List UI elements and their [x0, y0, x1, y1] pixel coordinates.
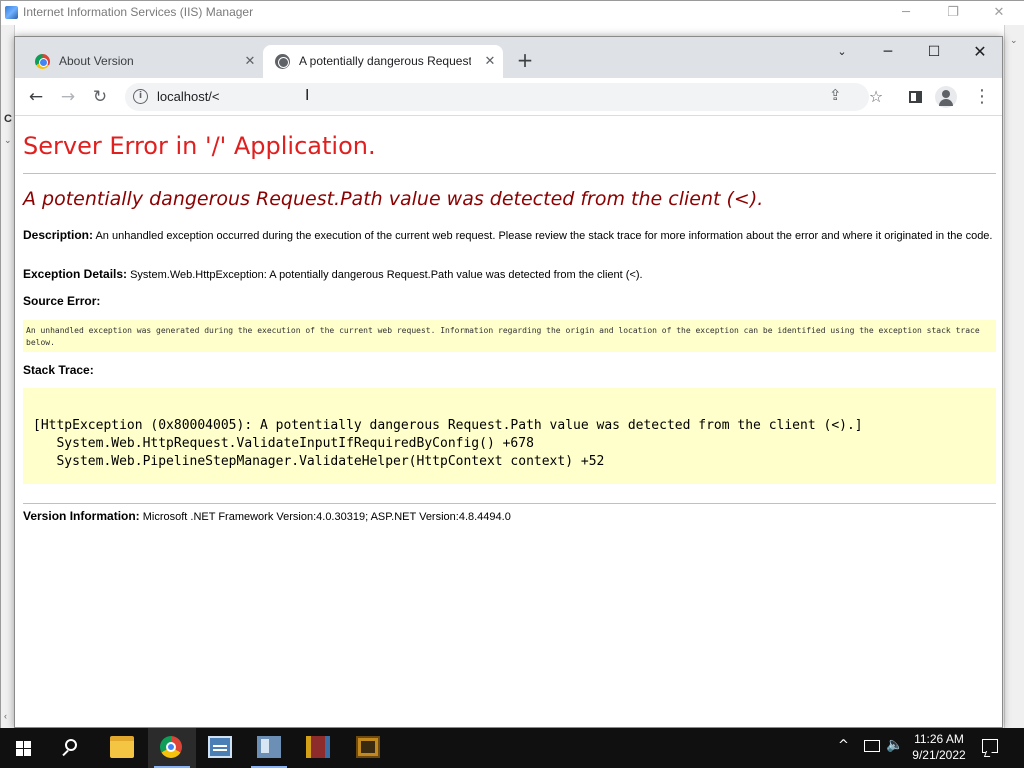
- clock[interactable]: 11:26 AM 9/21/2022: [906, 731, 972, 763]
- taskbar: ^ 🔈 11:26 AM 9/21/2022: [0, 728, 1024, 768]
- description-label: Description:: [23, 228, 94, 242]
- share-icon[interactable]: ⇪: [829, 86, 842, 104]
- folder-icon: [110, 736, 134, 758]
- iis-connections-letter: C: [4, 113, 12, 125]
- stack-trace-box: [HttpException (0x80004005): A potential…: [23, 388, 996, 484]
- exception-details-label: Exception Details:: [23, 267, 128, 281]
- close-window-button[interactable]: ✕: [965, 41, 995, 63]
- new-tab-button[interactable]: +: [513, 49, 537, 73]
- stack-trace-line: [HttpException (0x80004005): A potential…: [33, 418, 863, 433]
- reload-button[interactable]: ↻: [87, 84, 113, 110]
- address-text[interactable]: localhost/<: [157, 89, 220, 104]
- address-bar[interactable]: i localhost/< I ⇪: [125, 83, 869, 111]
- start-button[interactable]: [0, 728, 48, 768]
- stack-trace-label: Stack Trace:: [23, 363, 94, 377]
- browser-toolbar: ← → ↻ i localhost/< I ⇪ ☆ ⋮: [15, 78, 1002, 116]
- source-error-label: Source Error:: [23, 294, 101, 308]
- clock-date: 9/21/2022: [912, 748, 966, 762]
- source-error-box: An unhandled exception was generated dur…: [23, 320, 996, 352]
- profile-avatar[interactable]: [935, 86, 957, 108]
- exception-details-text: System.Web.HttpException: A potentially …: [127, 269, 643, 281]
- taskbar-archive-app[interactable]: [294, 728, 342, 768]
- taskbar-chrome[interactable]: [148, 728, 196, 768]
- iis-close-button[interactable]: ✕: [984, 3, 1014, 23]
- divider: [23, 173, 996, 174]
- show-hidden-icons-button[interactable]: ^: [838, 738, 849, 753]
- text-cursor-icon: I: [305, 86, 310, 104]
- search-button[interactable]: [48, 728, 96, 768]
- network-icon[interactable]: [864, 740, 880, 752]
- divider: [23, 503, 996, 504]
- globe-icon: [275, 54, 290, 69]
- close-tab-icon[interactable]: ✕: [241, 53, 259, 71]
- tab-search-button[interactable]: ⌄: [827, 41, 857, 63]
- forward-button[interactable]: →: [55, 84, 81, 110]
- tab-about-version[interactable]: About Version ✕: [23, 45, 263, 78]
- iis-title-bar[interactable]: Internet Information Services (IIS) Mana…: [1, 1, 1024, 25]
- iis-app-icon: [5, 6, 18, 19]
- error-message: A potentially dangerous Request.Path val…: [23, 188, 764, 210]
- stack-trace-line: System.Web.PipelineStepManager.ValidateH…: [33, 454, 605, 469]
- iis-minimize-button[interactable]: ─: [891, 3, 921, 23]
- exception-details-section: Exception Details: System.Web.HttpExcept…: [23, 268, 993, 282]
- site-info-icon[interactable]: i: [133, 89, 148, 104]
- chrome-menu-button[interactable]: ⋮: [969, 84, 995, 110]
- chrome-icon: [160, 736, 182, 758]
- side-panel-icon[interactable]: [903, 84, 929, 110]
- description-section: Description: An unhandled exception occu…: [23, 229, 993, 243]
- chrome-window: About Version ✕ A potentially dangerous …: [14, 36, 1003, 728]
- taskbar-iis-manager[interactable]: [245, 728, 293, 768]
- chrome-icon: [35, 54, 50, 69]
- notifications-icon[interactable]: [982, 739, 998, 753]
- tab-title: A potentially dangerous Request: [299, 54, 471, 68]
- source-error-text: An unhandled exception was generated dur…: [26, 326, 980, 347]
- archive-books-icon: [306, 736, 330, 758]
- chevron-down-icon[interactable]: ⌄: [1010, 35, 1018, 46]
- tab-error-page[interactable]: A potentially dangerous Request ✕: [263, 45, 503, 78]
- windows-logo-icon: [16, 741, 31, 756]
- bookmark-star-icon[interactable]: ☆: [863, 84, 889, 110]
- iis-window-title: Internet Information Services (IIS) Mana…: [23, 5, 254, 19]
- taskbar-dosbox-app[interactable]: [344, 728, 392, 768]
- dosbox-icon: [356, 736, 380, 758]
- iis-manager-icon: [257, 736, 281, 758]
- maximize-button[interactable]: ☐: [919, 41, 949, 63]
- tab-strip: About Version ✕ A potentially dangerous …: [15, 37, 1002, 78]
- iis-right-panel-edge: ⌄: [1004, 25, 1024, 731]
- taskbar-file-explorer[interactable]: [98, 728, 146, 768]
- back-button[interactable]: ←: [23, 84, 49, 110]
- version-text: Microsoft .NET Framework Version:4.0.303…: [139, 511, 511, 523]
- clock-time: 11:26 AM: [914, 732, 964, 746]
- stack-trace-line: System.Web.HttpRequest.ValidateInputIfRe…: [33, 436, 534, 451]
- iis-restore-button[interactable]: ❐: [938, 3, 968, 23]
- close-tab-icon[interactable]: ✕: [481, 53, 499, 71]
- version-information: Version Information: Microsoft .NET Fram…: [23, 509, 511, 523]
- version-label: Version Information:: [23, 509, 140, 523]
- description-text: An unhandled exception occurred during t…: [93, 230, 993, 242]
- server-manager-icon: [208, 736, 232, 758]
- volume-icon[interactable]: 🔈: [886, 737, 903, 753]
- chevron-down-icon[interactable]: ⌄: [4, 135, 12, 146]
- taskbar-server-manager[interactable]: [196, 728, 244, 768]
- iis-left-panel-edge: C ⌄ ‹ R: [1, 25, 15, 745]
- page-title: Server Error in '/' Application.: [23, 132, 376, 160]
- minimize-button[interactable]: ─: [873, 41, 903, 63]
- tab-title: About Version: [59, 54, 134, 68]
- scroll-left-icon[interactable]: ‹: [4, 711, 7, 721]
- page-content: Server Error in '/' Application. A poten…: [15, 116, 1002, 727]
